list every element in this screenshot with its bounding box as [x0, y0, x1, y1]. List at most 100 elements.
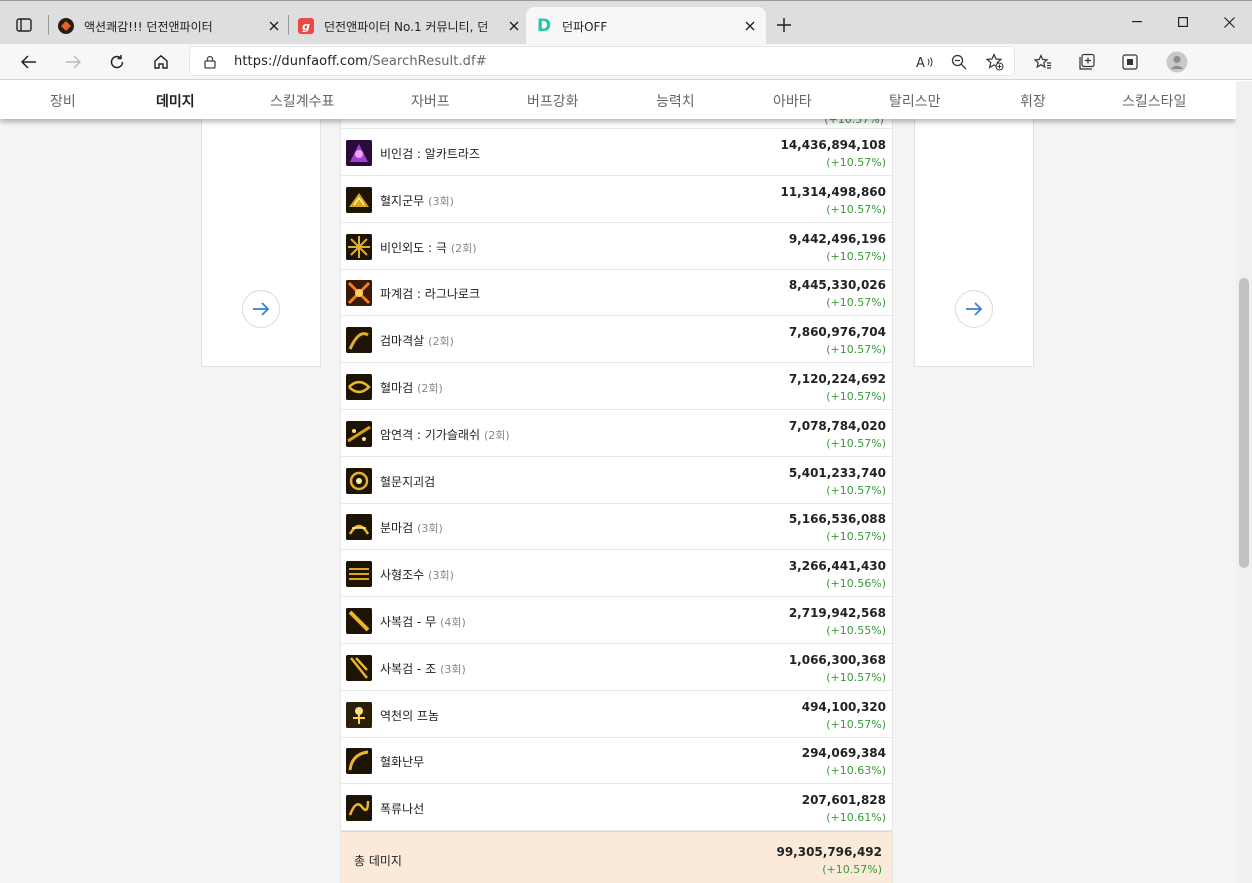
skill-name: 사형조수 (3회) [380, 566, 454, 583]
skill-name: 역천의 프놈 [380, 707, 443, 724]
list-item: 검마격살 (2회) 7,860,976,704 (+10.57%) [341, 316, 892, 364]
tab-title: 던파OFF [562, 19, 608, 34]
scrollbar-thumb[interactable] [1239, 278, 1249, 568]
close-window-button[interactable] [1206, 1, 1252, 43]
skill-hit-count: (3회) [417, 522, 443, 536]
skill-name-text: 파계검 : 라그나로크 [380, 287, 480, 302]
skill-name: 혈마검 (2회) [380, 379, 443, 396]
skill-name: 사복검 - 조 (3회) [380, 660, 466, 677]
tab-actions-icon[interactable] [10, 11, 38, 39]
subnav-talisman[interactable]: 탈리스만 [889, 91, 941, 111]
back-button[interactable] [14, 47, 44, 77]
new-tab-button[interactable] [770, 11, 798, 39]
subnav: 장비 데미지 스킬계수표 자버프 버프강화 능력치 아바타 탈리스만 휘장 스킬… [0, 81, 1236, 119]
skill-damage: 7,078,784,020 [788, 418, 886, 433]
list-item: 폭류나선 207,601,828 (+10.61%) [341, 784, 892, 832]
skill-name-text: 비인외도 : 극 [380, 240, 447, 255]
arrow-right-icon[interactable] [955, 290, 993, 328]
vertical-scrollbar[interactable] [1236, 81, 1252, 883]
list-item: 혈지군무 (3회) 11,314,498,860 (+10.57%) [341, 176, 892, 223]
skill-icon [346, 327, 372, 354]
subnav-damage[interactable]: 데미지 [156, 91, 195, 111]
skill-icon [346, 467, 372, 494]
list-item: 사형조수 (3회) 3,266,441,430 (+10.56%) [341, 550, 892, 598]
skill-percent: (+10.57%) [826, 390, 886, 403]
forward-button[interactable] [58, 47, 88, 77]
url-host: https://dunfaoff.com [234, 54, 368, 69]
subnav-equipment[interactable]: 장비 [50, 91, 76, 111]
skill-name-text: 폭류나선 [380, 802, 425, 817]
skill-name: 사복검 - 무 (4회) [380, 613, 466, 630]
tab-dunfaoff[interactable]: D 던파OFF [526, 7, 766, 45]
skill-name: 암연격 : 기가슬래쉬 (2회) [380, 426, 510, 443]
skill-hit-count: (3회) [428, 194, 454, 208]
skill-percent: (+10.57%) [826, 483, 886, 497]
skill-hit-count: (2회) [428, 335, 454, 349]
subnav-skill-style[interactable]: 스킬스타일 [1122, 91, 1186, 111]
close-icon[interactable] [266, 18, 282, 34]
maximize-button[interactable] [1160, 1, 1206, 43]
skill-damage: 494,100,320 [801, 699, 886, 714]
list-item: 암연격 : 기가슬래쉬 (2회) 7,078,784,020 (+10.57%) [341, 410, 892, 457]
browser-toolbar: https://dunfaoff.com/SearchResult.df# A [0, 44, 1252, 80]
arrow-right-icon[interactable] [242, 290, 280, 328]
tab-dnf[interactable]: 액션쾌감!!! 던전앤파이터 [58, 7, 282, 45]
skill-damage: 8,445,330,026 [788, 278, 886, 293]
tab-community[interactable]: g 던전앤파이터 No.1 커뮤니티, 던 [298, 7, 522, 45]
skill-name: 파계검 : 라그나로크 [380, 285, 484, 302]
minimize-button[interactable] [1114, 1, 1160, 43]
skill-damage: 207,601,828 [801, 793, 886, 808]
skill-name: 혈화난무 [380, 753, 428, 770]
skill-hit-count: (2회) [417, 382, 443, 395]
skill-name: 혈지군무 (3회) [380, 192, 454, 209]
refresh-button[interactable] [102, 47, 132, 77]
skill-name-text: 사복검 - 무 [380, 615, 437, 629]
skill-name-text: 비인검 : 알카트라즈 [380, 147, 480, 161]
extension-icon[interactable] [1115, 47, 1145, 77]
subnav-self-buff[interactable]: 자버프 [411, 91, 450, 111]
skill-percent: (+10.57%) [826, 343, 886, 357]
subnav-skill-coefficient[interactable]: 스킬계수표 [270, 91, 334, 111]
skill-name: 혈문지괴검 [380, 473, 439, 490]
skill-percent: (+10.57%) [826, 717, 886, 731]
tab-separator [288, 15, 289, 35]
subnav-emblem[interactable]: 휘장 [1020, 91, 1046, 111]
skill-name-text: 사형조수 [380, 568, 425, 583]
skill-percent: (+10.57%) [826, 156, 886, 169]
close-icon[interactable] [742, 18, 758, 34]
subnav-buff-enhance[interactable]: 버프강화 [527, 91, 579, 111]
skill-damage: 3,266,441,430 [788, 559, 886, 574]
skill-hit-count: (2회) [484, 428, 510, 442]
collections-icon[interactable] [1072, 47, 1102, 77]
list-item: 사복검 - 조 (3회) 1,066,300,368 (+10.57%) [341, 644, 892, 691]
skill-damage: 11,314,498,860 [780, 184, 886, 199]
close-icon[interactable] [506, 18, 522, 34]
home-button[interactable] [146, 47, 176, 77]
subnav-stats[interactable]: 능력치 [656, 91, 695, 111]
lock-icon[interactable] [204, 54, 216, 73]
list-item: 혈마검 (2회) 7,120,224,692 (+10.57%) [341, 363, 892, 410]
total-damage-percent: (+10.57%) [822, 863, 882, 876]
total-label: 총 데미지 [354, 854, 402, 868]
url-text: https://dunfaoff.com/SearchResult.df# [234, 54, 487, 69]
skill-name-text: 분마검 [380, 521, 414, 536]
skill-icon [346, 186, 372, 213]
address-bar[interactable]: https://dunfaoff.com/SearchResult.df# A [189, 46, 1015, 76]
skill-name-text: 혈화난무 [380, 755, 425, 770]
tab-separator [48, 15, 49, 35]
read-aloud-icon[interactable]: A [914, 51, 936, 73]
skill-percent: (+10.57%) [826, 296, 886, 310]
profile-avatar[interactable] [1162, 47, 1192, 77]
skill-hit-count: (3회) [428, 569, 454, 583]
list-item: 사복검 - 무 (4회) 2,719,942,568 (+10.55%) [341, 597, 892, 644]
skill-percent: (+10.57%) [824, 119, 884, 126]
list-item-partial: (+10.57%) [341, 119, 892, 129]
subnav-avatar[interactable]: 아바타 [773, 91, 812, 111]
skill-damage: 294,069,384 [801, 746, 886, 761]
add-favorite-icon[interactable] [984, 51, 1006, 73]
list-item: 비인검 : 알카트라즈 14,436,894,108 (+10.57%) [341, 129, 892, 176]
dnf-game-icon [58, 18, 74, 34]
zoom-out-icon[interactable] [948, 51, 970, 73]
favorites-icon[interactable] [1028, 47, 1058, 77]
skill-name-text: 혈문지괴검 [380, 474, 436, 489]
